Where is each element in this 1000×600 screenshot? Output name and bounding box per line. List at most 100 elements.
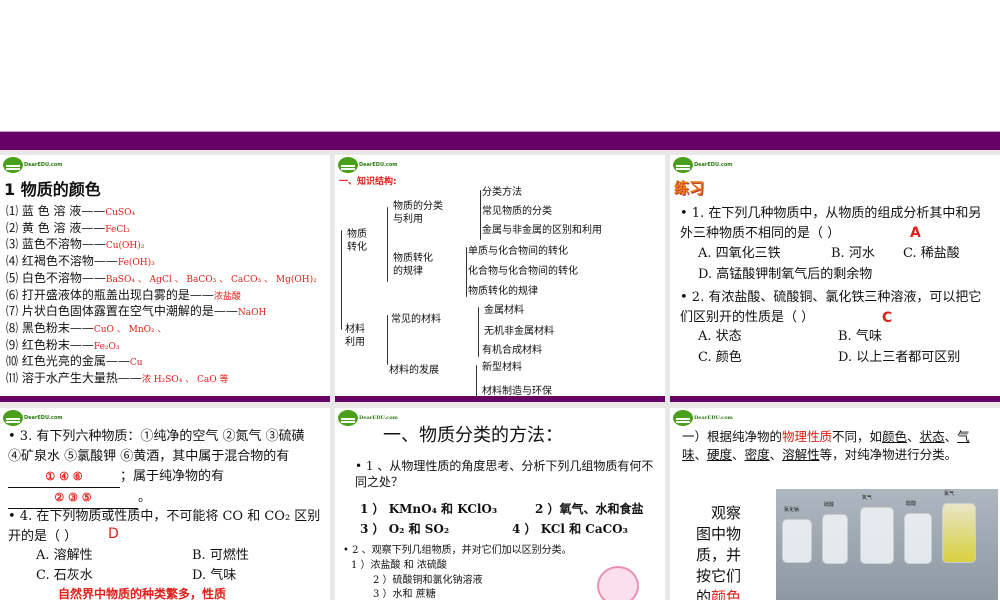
option: C. 颜色: [698, 350, 742, 365]
answer-1: A: [910, 225, 921, 241]
tree-node: 材料的发展: [389, 365, 439, 376]
line-answer: Fe(OH)₃: [117, 258, 155, 269]
line-answer: BaSO₄ 、 AgCl 、 BaCO₃ 、 CaCO₃ 、 Mg(OH)₂: [105, 274, 317, 285]
slide-thumbnail-1[interactable]: DearEDU.com 1 物质的颜色 ⑴ 蓝 色 溶 液——CuSO₄ ⑵ 黄 …: [0, 155, 330, 402]
question-3-text: • 3. 有下列六种物质：①纯净的空气 ②氮气 ③硫磺 ④矿泉水 ⑤氯酸钾 ⑥黄…: [8, 429, 305, 464]
text: 观察图中物质，并按它们的: [696, 504, 742, 600]
bottle-label: 氧气: [862, 495, 873, 501]
line-answer: Cu: [129, 358, 143, 369]
property: 硬度: [707, 447, 733, 462]
property: 状态: [919, 429, 945, 444]
group-item: 1 ）浓盐酸 和 浓硫酸: [351, 560, 447, 571]
question-4: • 4. 在下列物质或性质中，不可能将 CO 和 CO₂ 区别开的是（ ）: [8, 509, 321, 544]
bottle: [904, 513, 932, 564]
line-question: ⑶ 蓝色不溶物——: [6, 237, 106, 252]
bottle: [942, 503, 976, 563]
group-item: 3 ）水和 蔗糖: [373, 589, 436, 600]
section-heading: 一、知识结构:: [339, 177, 397, 187]
bottle: [782, 519, 812, 563]
color-line: ⑷ 红褐色不溶物——Fe(OH)₃: [6, 252, 155, 269]
slide-title: 一、物质分类的方法：: [383, 425, 563, 446]
question-1: • 1. 在下列几种物质中，从物质的组成分析其中和另外三种物质不相同的是（ ）: [680, 206, 982, 241]
group-item: 4 ） KCl 和 CaCO₃: [512, 522, 628, 536]
bottle-label: 硫酸: [824, 502, 835, 508]
logo-icon: [338, 410, 358, 426]
slide-title: 1 物质的颜色: [4, 180, 101, 199]
option: C. 石灰水: [36, 568, 93, 583]
slide-thumbnail-5[interactable]: DearEDU.com 一、物质分类的方法： • 1 、从物理性质的角度思考、分…: [335, 408, 665, 600]
option: B. 气味: [838, 329, 882, 344]
bottles-photo: 氯化钠 硫酸 氧气 醋酸 氯气: [776, 489, 998, 600]
color-line: ⑴ 蓝 色 溶 液——CuSO₄: [6, 202, 135, 219]
option: A. 四氧化三铁: [698, 246, 781, 261]
line-question: ⑻ 黑色粉末——: [6, 320, 94, 335]
logo-icon: [3, 157, 23, 173]
tree-leaf: 单质与化合物间的转化: [468, 246, 568, 257]
option: D. 气味: [192, 568, 237, 583]
line-answer: CuO 、 MnO₂ 、: [93, 324, 167, 335]
logo-text: DearEDU.com: [359, 162, 398, 168]
text: 等，对纯净物进行分类。: [819, 447, 958, 462]
property: 密度: [744, 447, 770, 462]
tree-leaf: 金属材料: [484, 305, 524, 316]
header-band: [0, 131, 1000, 150]
logo-text: DearEDU.com: [24, 415, 63, 421]
line-question: ⑸ 白色不溶物——: [6, 270, 106, 285]
color-line: ⑹ 打开盛液体的瓶盖出现白雾的是——浓盐酸: [6, 286, 241, 303]
text: 不同，如: [832, 429, 883, 444]
line-answer: CuSO₄: [105, 208, 136, 218]
option: C. 稀盐酸: [903, 246, 960, 261]
color-line: ⑻ 黑色粉末——CuO 、 MnO₂ 、: [6, 319, 166, 336]
logo-icon: [673, 410, 693, 426]
group-item: 2 ）硫酸铜和氯化钠溶液: [373, 575, 483, 586]
answer-blank-pure: ② ③ ⑤: [8, 488, 138, 509]
question-3: • 3. 有下列六种物质：①纯净的空气 ②氮气 ③硫磺 ④矿泉水 ⑤氯酸钾 ⑥黄…: [8, 427, 318, 509]
logo: DearEDU.com: [3, 410, 63, 426]
color-line: ⑼ 红色粉末——Fe₂O₃: [6, 336, 120, 353]
color-line: ⑸ 白色不溶物——BaSO₄ 、 AgCl 、 BaCO₃ 、 CaCO₃ 、 …: [6, 269, 317, 286]
line-answer: 浓盐酸: [213, 291, 241, 302]
property: 溶解性: [782, 447, 820, 462]
question-3-text: ；属于纯净物的有: [120, 469, 225, 484]
tree-leaf: 新型材料: [482, 362, 522, 373]
line-answer: Cu(OH)₂: [105, 241, 145, 252]
logo-icon: [3, 410, 23, 426]
logo-text: DearEDU.com: [24, 162, 63, 168]
tree-leaf: 物质转化的规律: [468, 286, 538, 297]
group-item: 2 ）氧气、水和食盐: [535, 502, 644, 516]
tree-leaf: 无机非金属材料: [484, 326, 554, 337]
paragraph: • 1 、从物理性质的角度思考、分析下列几组物质有何不同之处？: [355, 459, 654, 489]
line-question: ⑺ 片状白色固体露置在空气中潮解的是——: [6, 304, 238, 319]
tree-leaf: 化合物与化合物间的转化: [468, 266, 578, 277]
tree-root: 材料利用: [345, 324, 365, 348]
line-answer: FeCl₃: [105, 224, 130, 235]
slide-thumbnail-6[interactable]: DearEDU.com 一）根据纯净物的物理性质不同，如颜色、状态、气味、硬度、…: [670, 408, 1000, 600]
line-answer: 浓 H₂SO₄ 、 CaO 等: [141, 375, 229, 385]
logo-icon: [338, 157, 358, 173]
slide-bottom-bar: [0, 396, 330, 402]
tree-leaf: 材料制造与环保: [482, 386, 552, 397]
paragraph: • 2 、观察下列几组物质，并对它们加以区别分类。: [343, 545, 572, 556]
color-line: ⑾ 溶于水产生大量热——浓 H₂SO₄ 、 CaO 等: [6, 369, 229, 386]
answer-2: C: [882, 310, 893, 326]
question-2: • 2. 有浓盐酸、硫酸铜、氯化铁三种溶液，可以把它们区别开的性质是（ ）: [680, 290, 982, 325]
highlight-text: 物理性质: [782, 429, 833, 444]
line-answer: Fe₂O₃: [93, 341, 120, 352]
slide-thumbnail-3[interactable]: DearEDU.com 练习 • 1. 在下列几种物质中，从物质的组成分析其中和…: [670, 155, 1000, 402]
tree-leaf: 分类方法: [482, 187, 522, 198]
slide-thumbnail-4[interactable]: DearEDU.com • 3. 有下列六种物质：①纯净的空气 ②氮气 ③硫磺 …: [0, 408, 330, 600]
logo-icon: [673, 157, 693, 173]
tree-root: 物质转化: [347, 229, 367, 253]
answer-4: D: [108, 526, 119, 542]
bottle: [822, 514, 848, 564]
slide-thumbnail-2[interactable]: DearEDU.com 一、知识结构: 物质转化 材料利用 物质的分类与利用 物…: [335, 155, 665, 402]
slide-bottom-bar: [335, 396, 665, 402]
color-line: ⑶ 蓝色不溶物——Cu(OH)₂: [6, 235, 144, 252]
tree-node: 常见的材料: [391, 314, 441, 325]
line-question: ⑹ 打开盛液体的瓶盖出现白雾的是——: [6, 287, 214, 302]
bottle-label: 氯化钠: [784, 507, 800, 513]
bottle-label: 醋酸: [906, 501, 917, 507]
tree-node: 物质的分类与利用: [393, 201, 443, 225]
option: A. 状态: [698, 329, 742, 344]
tree-leaf: 常见物质的分类: [482, 206, 552, 217]
